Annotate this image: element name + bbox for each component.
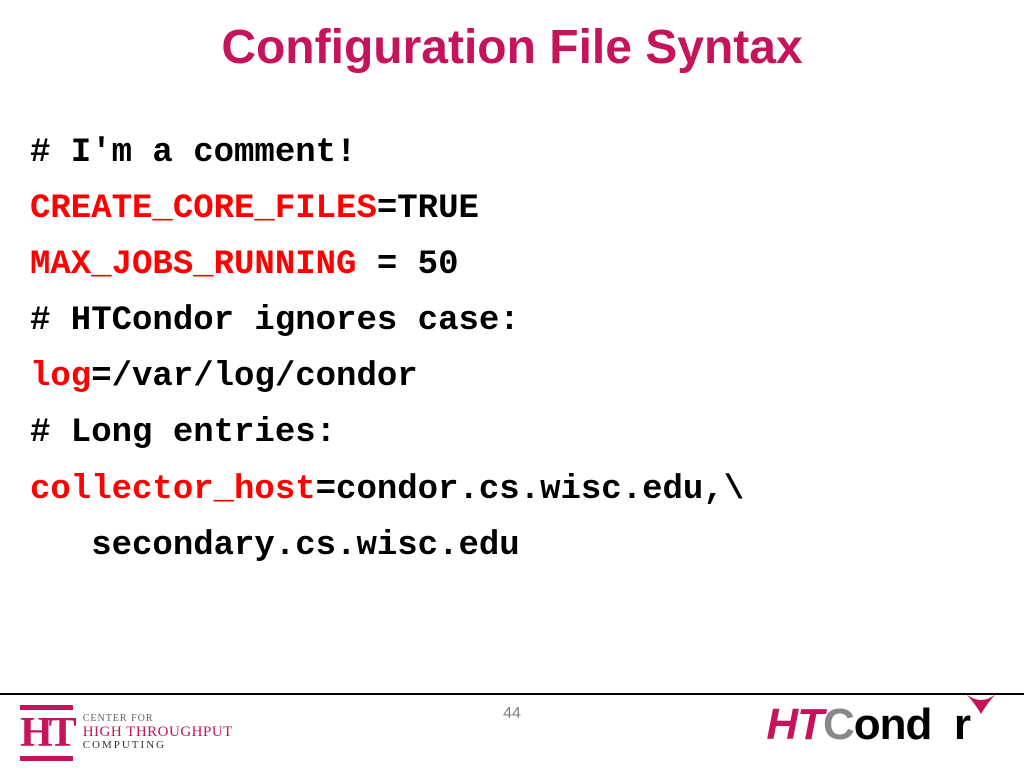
code-line: collector_host=condor.cs.wisc.edu,\ bbox=[30, 462, 994, 518]
chtc-text: CENTER FOR HIGH THROUGHPUT COMPUTING bbox=[83, 714, 233, 752]
config-value: =/var/log/condor bbox=[91, 358, 417, 396]
code-line: CREATE_CORE_FILES=TRUE bbox=[30, 181, 994, 237]
config-value: = 50 bbox=[356, 246, 458, 284]
chtc-line2: HIGH THROUGHPUT bbox=[83, 725, 233, 741]
chtc-line3: COMPUTING bbox=[83, 740, 233, 752]
code-line: log=/var/log/condor bbox=[30, 349, 994, 405]
page-number: 44 bbox=[503, 705, 521, 723]
code-line-comment: # HTCondor ignores case: bbox=[30, 293, 994, 349]
code-line: MAX_JOBS_RUNNING = 50 bbox=[30, 237, 994, 293]
ht-mark-icon: HT bbox=[20, 705, 73, 761]
chtc-logo: HT CENTER FOR HIGH THROUGHPUT COMPUTING bbox=[20, 705, 233, 761]
config-key: CREATE_CORE_FILES bbox=[30, 190, 377, 228]
config-key: log bbox=[30, 358, 91, 396]
code-line-comment: # Long entries: bbox=[30, 405, 994, 461]
code-block: # I'm a comment! CREATE_CORE_FILES=TRUE … bbox=[0, 75, 1024, 574]
slide: Configuration File Syntax # I'm a commen… bbox=[0, 0, 1024, 768]
code-line-comment: # I'm a comment! bbox=[30, 125, 994, 181]
htcondor-wordmark: HTCond r bbox=[766, 703, 970, 747]
htcondor-logo: HTCond r bbox=[766, 703, 1004, 747]
footer: HT CENTER FOR HIGH THROUGHPUT COMPUTING … bbox=[0, 693, 1024, 768]
config-key: collector_host bbox=[30, 471, 316, 509]
config-key: MAX_JOBS_RUNNING bbox=[30, 246, 356, 284]
code-line: secondary.cs.wisc.edu bbox=[30, 518, 994, 574]
slide-title: Configuration File Syntax bbox=[0, 0, 1024, 75]
bird-icon bbox=[964, 692, 998, 714]
config-continuation: secondary.cs.wisc.edu bbox=[30, 527, 520, 565]
config-value: =TRUE bbox=[377, 190, 479, 228]
config-value: =condor.cs.wisc.edu,\ bbox=[316, 471, 744, 509]
